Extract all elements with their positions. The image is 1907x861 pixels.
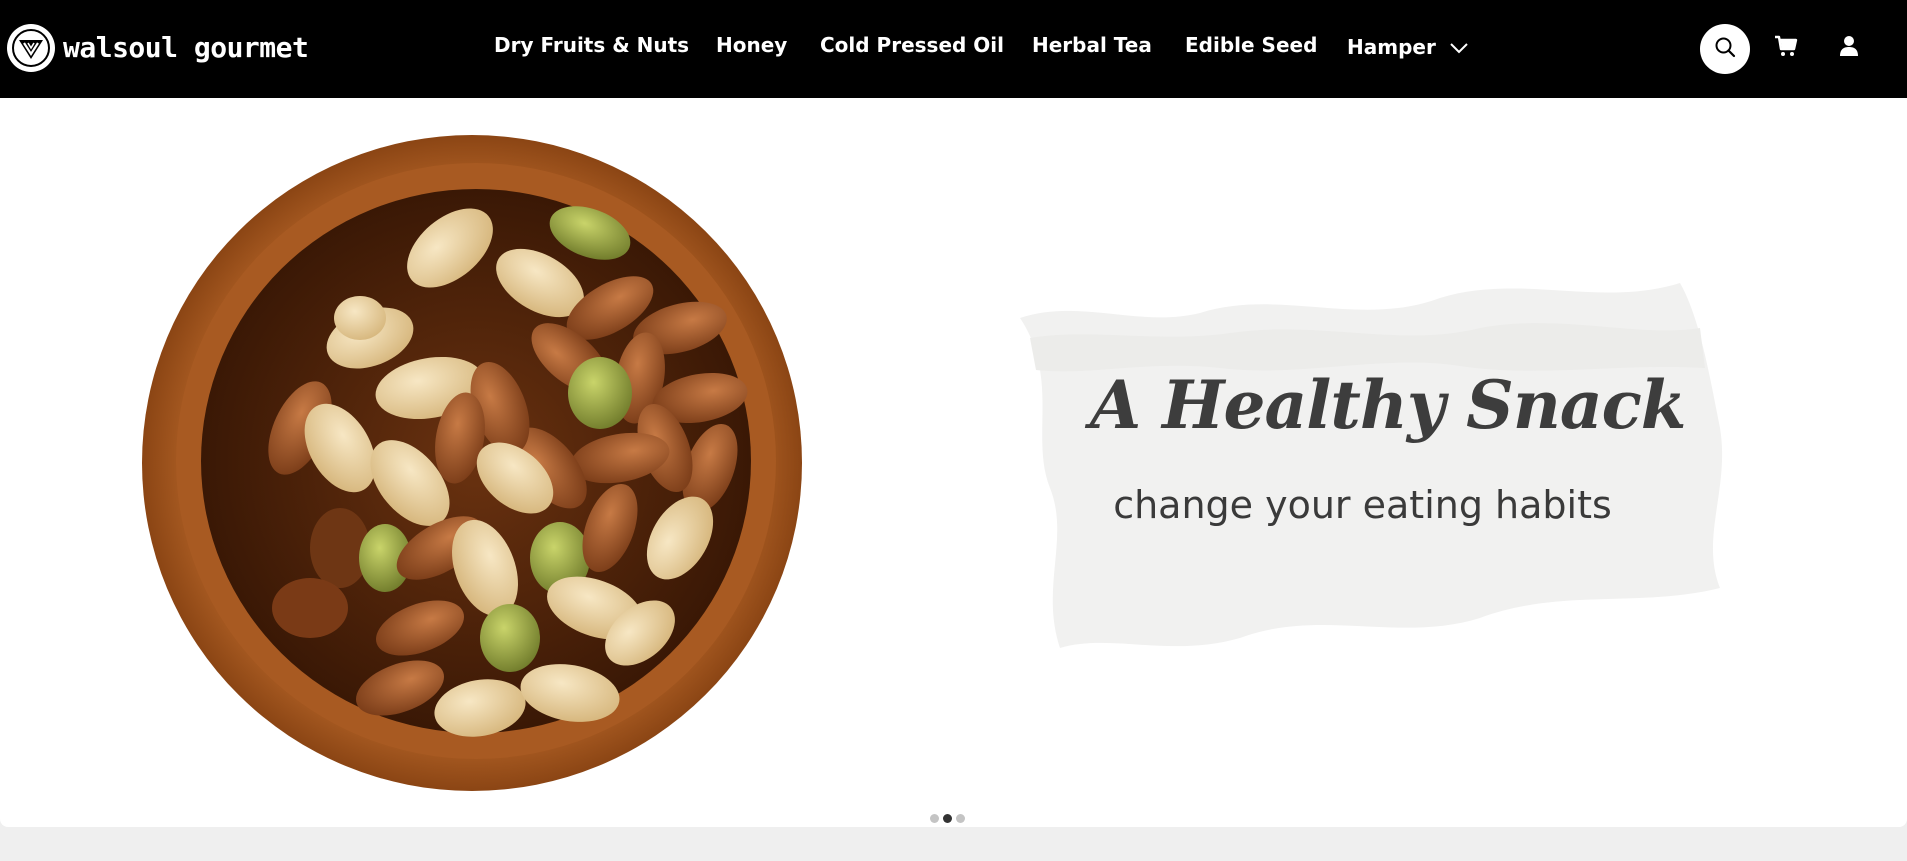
nav-item-herbal-tea[interactable]: Herbal Tea	[1032, 33, 1152, 57]
nav-item-hamper-label: Hamper	[1347, 35, 1436, 59]
nav-item-cold-pressed-oil[interactable]: Cold Pressed Oil	[820, 33, 1004, 57]
hero-banner: A Healthy Snack change your eating habit…	[0, 98, 1907, 827]
bowl-of-mixed-nuts-image	[140, 128, 805, 797]
user-icon	[1839, 35, 1859, 61]
chevron-down-icon	[1449, 35, 1469, 59]
carousel-dot-2[interactable]	[943, 814, 952, 823]
account-button[interactable]	[1836, 34, 1862, 62]
hero-subheadline: change your eating habits	[1113, 483, 1612, 527]
cart-icon	[1774, 35, 1798, 61]
search-button[interactable]	[1700, 24, 1750, 74]
main-nav: Dry Fruits & Nuts Honey Cold Pressed Oil…	[0, 0, 1907, 98]
site-header: walsoul gourmet Dry Fruits & Nuts Honey …	[0, 0, 1907, 98]
nav-item-edible-seed[interactable]: Edible Seed	[1185, 33, 1317, 57]
nav-item-honey[interactable]: Honey	[716, 33, 787, 57]
brush-stroke-backdrop	[1000, 258, 1735, 682]
cart-button[interactable]	[1770, 34, 1802, 62]
carousel-dot-1[interactable]	[930, 814, 939, 823]
hero-headline: A Healthy Snack	[1090, 366, 1687, 444]
nav-item-hamper[interactable]: Hamper	[1347, 35, 1469, 59]
nav-item-dry-fruits-nuts[interactable]: Dry Fruits & Nuts	[494, 33, 689, 57]
carousel-dots	[930, 814, 965, 823]
carousel-dot-3[interactable]	[956, 814, 965, 823]
search-icon	[1714, 36, 1736, 62]
